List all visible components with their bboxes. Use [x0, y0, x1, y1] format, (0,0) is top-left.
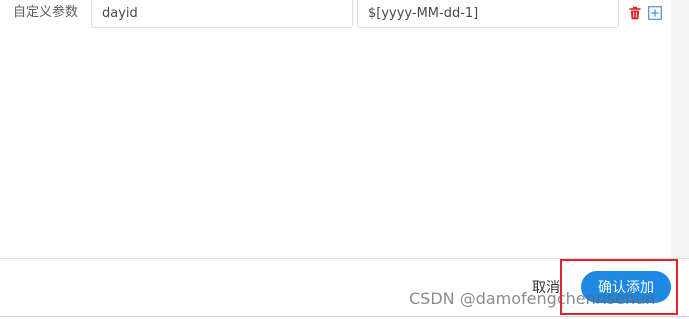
param-value-input[interactable]	[357, 0, 619, 28]
dialog: 自定义参数 取消 确认添加 CSDN @damofengchenrisehun	[0, 0, 689, 319]
plus-square-icon	[648, 6, 662, 20]
custom-param-row: 自定义参数	[0, 0, 670, 32]
delete-param-button[interactable]	[628, 5, 642, 20]
bottom-border	[0, 316, 689, 317]
trash-icon	[629, 6, 641, 20]
footer-divider	[0, 258, 689, 259]
add-param-button[interactable]	[648, 5, 662, 20]
param-name-input[interactable]	[91, 0, 353, 28]
confirm-add-button[interactable]: 确认添加	[581, 271, 671, 303]
custom-param-label: 自定义参数	[13, 5, 79, 20]
scrollbar-track[interactable]	[671, 0, 689, 258]
cancel-button[interactable]: 取消	[520, 276, 560, 300]
